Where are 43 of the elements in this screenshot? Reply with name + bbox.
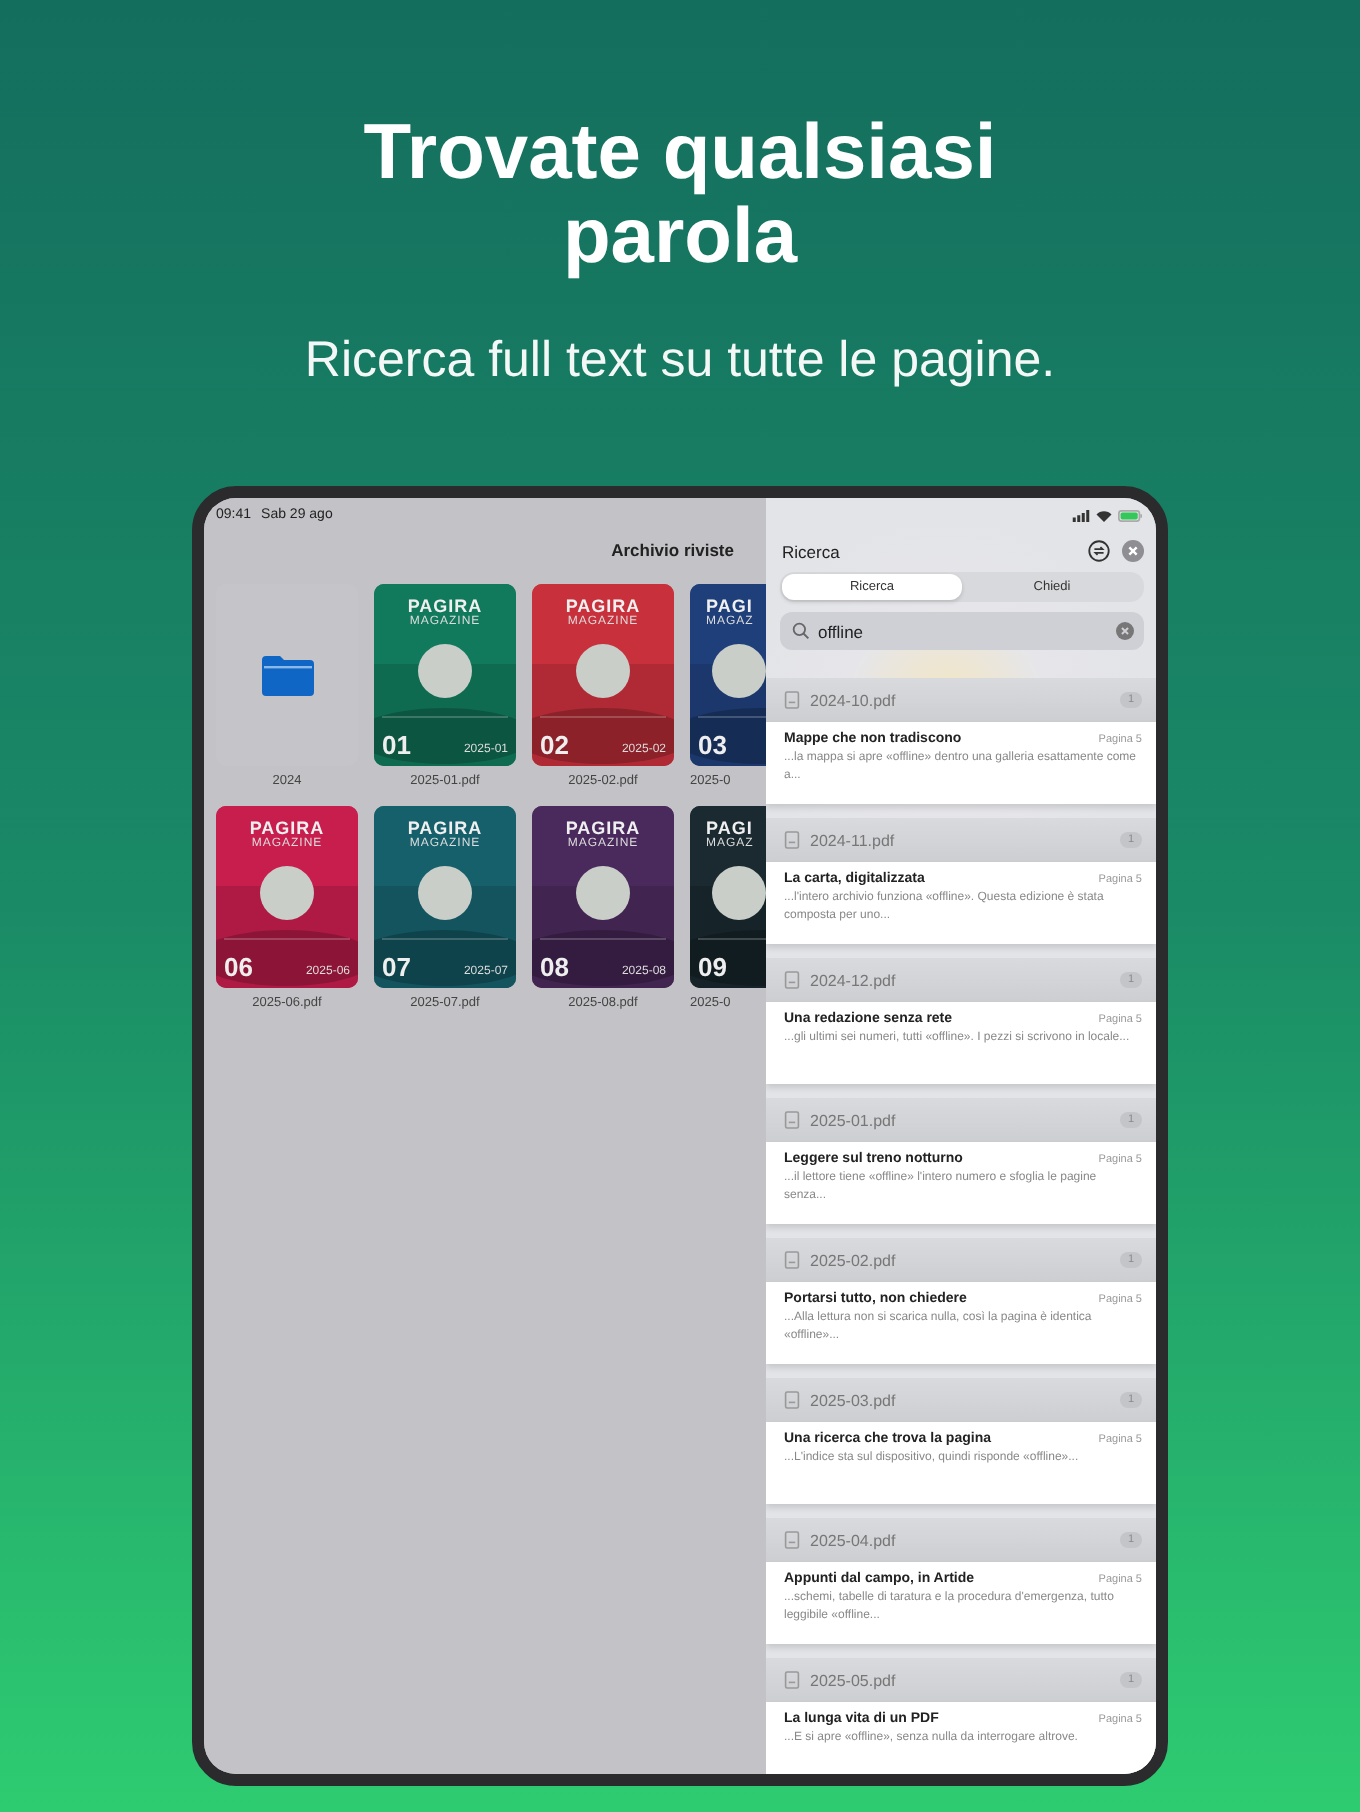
magazine-brand: PAGIRA	[565, 596, 641, 616]
search-field[interactable]: offline	[780, 612, 1144, 650]
file-name: 2025-02.pdf	[810, 1251, 898, 1269]
issue-number: 06	[224, 952, 253, 982]
issue-number: 09	[698, 952, 727, 982]
issue-number: 01	[382, 730, 411, 760]
document-icon	[784, 1670, 800, 1690]
signal-icon	[1072, 510, 1090, 522]
battery-icon	[1118, 510, 1142, 522]
document-icon	[784, 690, 800, 710]
file-name: 2024-10.pdf	[810, 691, 898, 709]
magazine-brand: PAGI	[706, 596, 753, 616]
subheadline: Ricerca full text su tutte le pagine.	[304, 332, 1056, 390]
document-icon	[784, 970, 800, 990]
close-icon[interactable]	[1122, 540, 1144, 562]
file-name: 2025-03.pdf	[810, 1391, 898, 1409]
swap-icon[interactable]	[1088, 540, 1110, 562]
issue-number: 08	[540, 952, 569, 982]
document-icon	[784, 1250, 800, 1270]
file-name: 2025-04.pdf	[810, 1531, 898, 1549]
magazine-brand: PAGIRA	[565, 818, 641, 838]
magazine-brand: PAGI	[706, 818, 753, 838]
clear-icon[interactable]	[1116, 622, 1134, 640]
issue-number: 03	[698, 730, 727, 760]
panel-title: Ricerca	[782, 541, 842, 561]
issue-number: 02	[540, 730, 569, 760]
document-icon	[784, 1110, 800, 1130]
magazine-brand: PAGIRA	[249, 818, 325, 838]
file-name: 2025-05.pdf	[810, 1671, 898, 1689]
file-name: 2025-01.pdf	[810, 1111, 898, 1129]
magazine-brand: PAGIRA	[407, 818, 483, 838]
issue-number: 07	[382, 952, 411, 982]
search-icon	[792, 622, 810, 640]
document-icon	[784, 1390, 800, 1410]
folder-icon	[259, 653, 315, 697]
magazine-brand: PAGIRA	[407, 596, 483, 616]
headline: Trovate qualsiasi parola	[361, 112, 999, 280]
document-icon	[784, 830, 800, 850]
file-name: 2024-11.pdf	[810, 831, 897, 849]
library-title: Archivio riviste	[611, 540, 734, 564]
document-icon	[784, 1530, 800, 1550]
file-name: 2024-12.pdf	[810, 971, 898, 989]
wifi-icon	[1096, 510, 1112, 522]
